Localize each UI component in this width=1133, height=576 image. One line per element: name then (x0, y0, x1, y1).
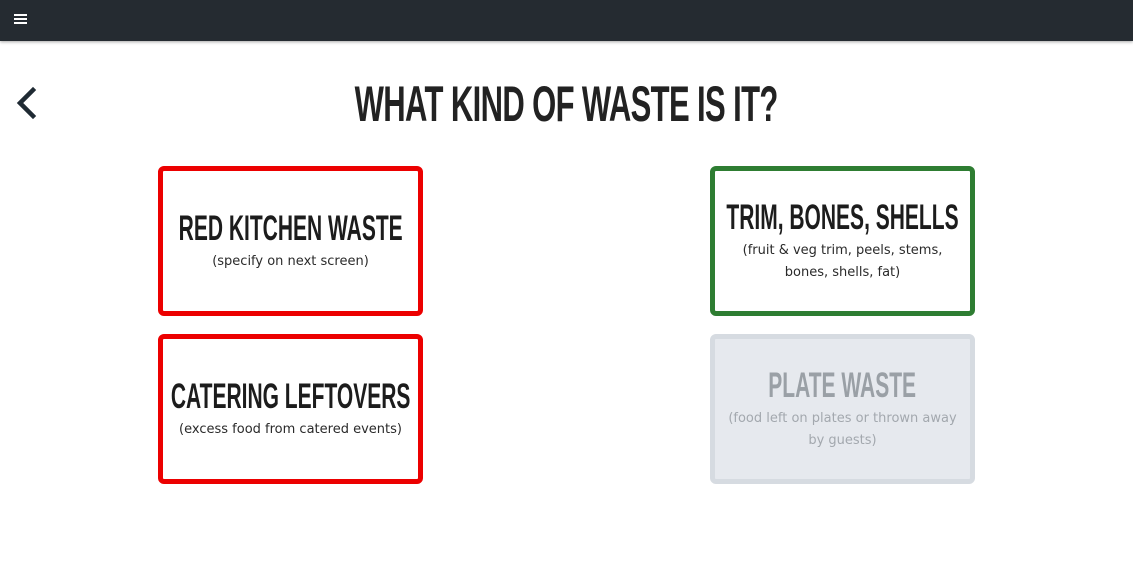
option-trim-bones-shells[interactable]: TRIM, BONES, SHELLS (fruit & veg trim, p… (710, 166, 975, 316)
option-plate-waste: PLATE WASTE (food left on plates or thro… (710, 334, 975, 484)
option-subtitle: (specify on next screen) (212, 254, 369, 269)
option-red-kitchen-waste[interactable]: RED KITCHEN WASTE (specify on next scree… (158, 166, 423, 316)
hamburger-menu-icon[interactable] (13, 12, 29, 26)
option-subtitle: (fruit & veg trim, peels, stems, bones, … (742, 243, 943, 280)
option-subtitle: (food left on plates or thrown away by g… (728, 411, 957, 448)
option-title: RED KITCHEN WASTE (178, 209, 403, 248)
option-title: PLATE WASTE (768, 366, 917, 405)
option-catering-leftovers[interactable]: CATERING LEFTOVERS (excess food from cat… (158, 334, 423, 484)
page-title-text: WHAT KIND OF WASTE IS IT? (354, 76, 779, 132)
top-app-bar (0, 0, 1133, 41)
option-subtitle: (excess food from catered events) (179, 422, 402, 437)
option-title: TRIM, BONES, SHELLS (726, 198, 959, 237)
page-title: WHAT KIND OF WASTE IS IT? (0, 70, 1133, 138)
option-title: CATERING LEFTOVERS (170, 377, 411, 416)
